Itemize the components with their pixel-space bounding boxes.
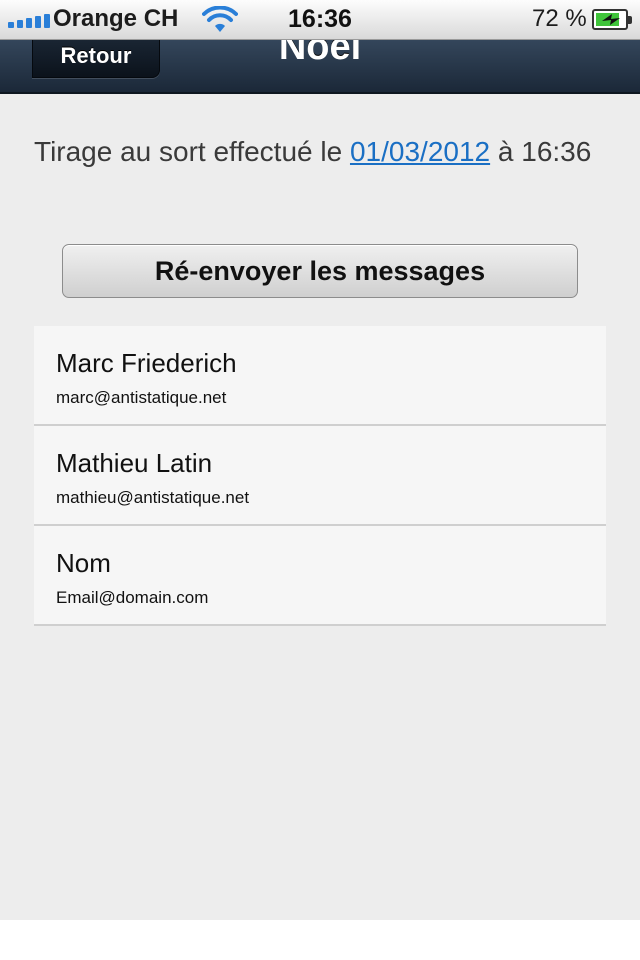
draw-info-prefix: Tirage au sort effectué le	[34, 136, 350, 167]
battery-percentage: 72 %	[532, 5, 587, 32]
draw-date-link[interactable]: 01/03/2012	[350, 136, 490, 167]
contact-email: Email@domain.com	[56, 588, 209, 607]
battery-icon	[592, 9, 632, 30]
main-content: Tirage au sort effectué le 01/03/2012 à …	[0, 94, 640, 920]
list-item[interactable]: Mathieu Latin mathieu@antistatique.net	[34, 426, 606, 526]
resend-messages-button[interactable]: Ré-envoyer les messages	[62, 244, 578, 298]
contact-list: Marc Friederich marc@antistatique.net Ma…	[34, 326, 606, 626]
draw-info-text: Tirage au sort effectué le 01/03/2012 à …	[34, 130, 594, 173]
contact-email: mathieu@antistatique.net	[56, 488, 250, 507]
page-title: Noël	[278, 40, 362, 68]
navigation-bar: Retour Noël	[0, 40, 640, 94]
list-item[interactable]: Nom Email@domain.com	[34, 526, 606, 626]
charging-bolt-icon	[602, 14, 620, 25]
contact-name: Mathieu Latin	[56, 448, 213, 478]
contact-name: Nom	[56, 548, 111, 578]
contact-email: marc@antistatique.net	[56, 388, 227, 407]
draw-info-suffix: à 16:36	[490, 136, 592, 167]
contact-name: Marc Friederich	[56, 348, 237, 378]
status-bar: Orange CH 16:36 72 %	[0, 0, 640, 40]
list-item[interactable]: Marc Friederich marc@antistatique.net	[34, 326, 606, 426]
